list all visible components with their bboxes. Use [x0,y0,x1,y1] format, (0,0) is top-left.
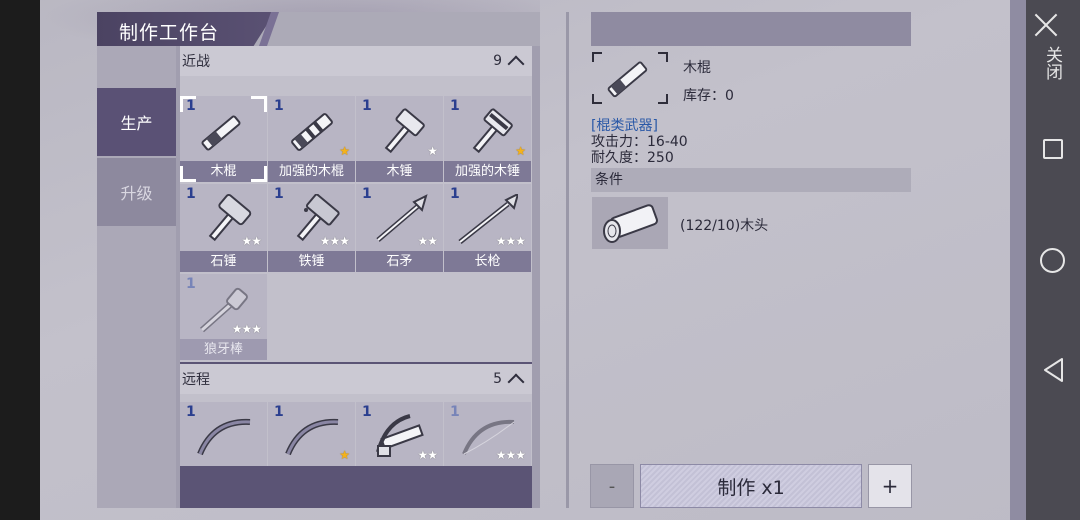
category-count: 9 [493,53,502,69]
recipe-cell-wooden-hammer[interactable]: 1 ★ 木锤 [356,96,443,182]
rarity-stars: ★★ [241,234,261,248]
collapse-chevron-icon[interactable] [507,373,525,391]
screen-edge [0,0,40,520]
collapse-chevron-icon[interactable] [507,55,525,73]
recipe-cell-reinforced-stick[interactable]: 1 ★ 加强的木棍 [268,96,355,182]
category-header-ranged[interactable]: 远程 5 [180,364,532,394]
recipe-cell-bow[interactable]: 1 [180,402,267,466]
panel-divider [566,12,569,508]
category-label: 远程 [182,372,210,388]
recipe-cell-spiked-club[interactable]: 1 ★★★ 狼牙棒 [180,274,267,360]
recipe-cell-crossbow[interactable]: 1 ★★ [356,402,443,466]
detail-item-icon [592,52,668,104]
craft-button[interactable]: 制作 x1 [640,464,862,508]
category-count: 5 [493,371,502,387]
recipe-cell-reinforced-bow[interactable]: 1 ★ [268,402,355,466]
reinforced-stick-icon [291,113,333,151]
wood-log-icon [603,204,658,243]
recipe-name: 木锤 [356,161,443,182]
recipe-name: 狼牙棒 [180,339,267,360]
selection-frame [180,96,196,112]
detail-item-name: 木棍 [683,60,711,76]
panel-title: 制作工作台 [119,22,220,44]
wooden-hammer-icon [384,108,425,154]
rarity-stars: ★★★ [495,234,526,248]
material-slot [592,197,668,249]
recipe-cell-long-spear[interactable]: 1 ★★★ 长枪 [444,184,531,272]
recipe-cell-stone-hammer[interactable]: 1 ★★ 石锤 [180,184,267,272]
category-header-melee[interactable]: 近战 9 [180,46,532,76]
close-label[interactable]: 关闭 [1042,46,1062,80]
wooden-stick-icon [607,61,648,98]
recipe-name: 石锤 [180,251,267,272]
recipe-name: 铁锤 [268,251,355,272]
rarity-stars: ★★★ [319,234,350,248]
selection-frame [251,96,267,112]
recipe-cell-longbow[interactable]: 1 ★★★ [444,402,531,466]
tab-upgrade[interactable]: 升级 [97,158,176,226]
recipe-cell-stone-spear[interactable]: 1 ★★ 石矛 [356,184,443,272]
wooden-stick-icon [201,115,241,151]
rarity-stars: ★★★ [231,322,262,336]
rarity-stars: ★ [427,144,438,158]
recipe-cell-wooden-stick[interactable]: 1 木棍 [180,96,267,182]
conditions-header: 条件 [591,168,911,192]
crafting-panel: 制作工作台 生产 升级 近战 9 1 木棍 1 ★ 加强的木棍 1 ★ 木锤 1… [97,12,540,508]
selection-frame [180,166,196,182]
recipe-name: 石矛 [356,251,443,272]
rarity-stars: ★★ [417,448,437,462]
material-requirement: (122/10)木头 [680,218,769,234]
recipe-name: 加强的木棍 [268,161,355,182]
recipe-name: 长枪 [444,251,531,272]
recipe-cell-reinforced-hammer[interactable]: 1 ★ 加强的木锤 [444,96,531,182]
list-footer [180,466,532,508]
reinforced-bow-icon [285,418,339,456]
rarity-stars: ★ [339,448,350,462]
reinforced-hammer-icon [472,108,513,154]
close-icon[interactable] [1033,12,1059,38]
panel-header: 制作工作台 [97,12,540,46]
screen-edge [1010,0,1026,520]
recipe-name: 加强的木锤 [444,161,531,182]
bow-icon [197,418,251,456]
back-icon[interactable] [1042,357,1066,383]
tab-produce[interactable]: 生产 [97,88,176,156]
detail-header [591,12,911,46]
detail-durability: 耐久度：250 [591,150,674,166]
detail-stock: 库存：0 [683,88,734,104]
rarity-stars: ★★ [417,234,437,248]
category-label: 近战 [182,54,210,70]
home-icon[interactable] [1040,248,1065,273]
recipe-cell-iron-hammer[interactable]: 1 ★★★ 铁锤 [268,184,355,272]
decrease-button[interactable]: - [590,464,634,508]
increase-button[interactable]: + [868,464,912,508]
recipe-list[interactable]: 近战 9 1 木棍 1 ★ 加强的木棍 1 ★ 木锤 1 ★ 加强的木锤 1 ★… [180,46,532,508]
recents-icon[interactable] [1043,139,1063,159]
rarity-stars: ★★★ [495,448,526,462]
rarity-stars: ★ [515,144,526,158]
selection-frame [251,166,267,182]
rarity-stars: ★ [339,144,350,158]
